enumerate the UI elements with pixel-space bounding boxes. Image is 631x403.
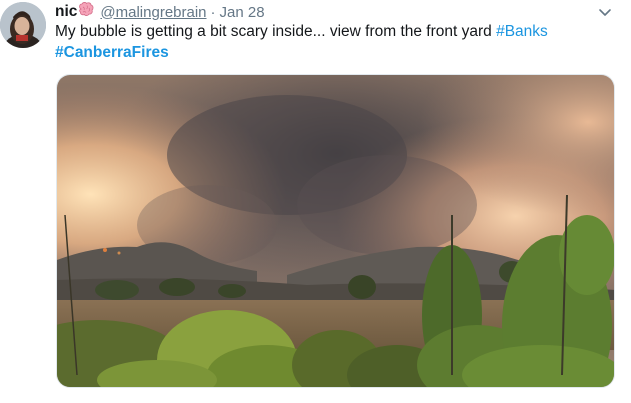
header-separator: ·	[210, 3, 216, 21]
tweet: nic @malingrebrain · Jan 28 My bubble is…	[0, 0, 631, 403]
bushfire-smoke-photo	[57, 75, 614, 387]
tweet-body: My bubble is getting a bit scary inside.…	[55, 23, 497, 40]
username-handle[interactable]: @malingrebrain	[100, 4, 206, 21]
tweet-header: nic @malingrebrain · Jan 28	[55, 1, 265, 23]
brain-emoji-icon	[78, 2, 94, 22]
display-name[interactable]: nic	[55, 3, 77, 21]
avatar[interactable]	[0, 2, 46, 48]
tweet-timestamp[interactable]: Jan 28	[220, 4, 265, 21]
chevron-down-icon[interactable]	[597, 4, 613, 20]
hashtag-banks[interactable]: #Banks	[496, 23, 548, 40]
tweet-text: My bubble is getting a bit scary inside.…	[55, 21, 615, 63]
avatar-photo	[0, 2, 46, 48]
reply-icon[interactable]	[55, 398, 71, 403]
tweet-photo[interactable]	[56, 74, 615, 388]
hashtag-canberrafires[interactable]: #CanberraFires	[55, 44, 169, 61]
